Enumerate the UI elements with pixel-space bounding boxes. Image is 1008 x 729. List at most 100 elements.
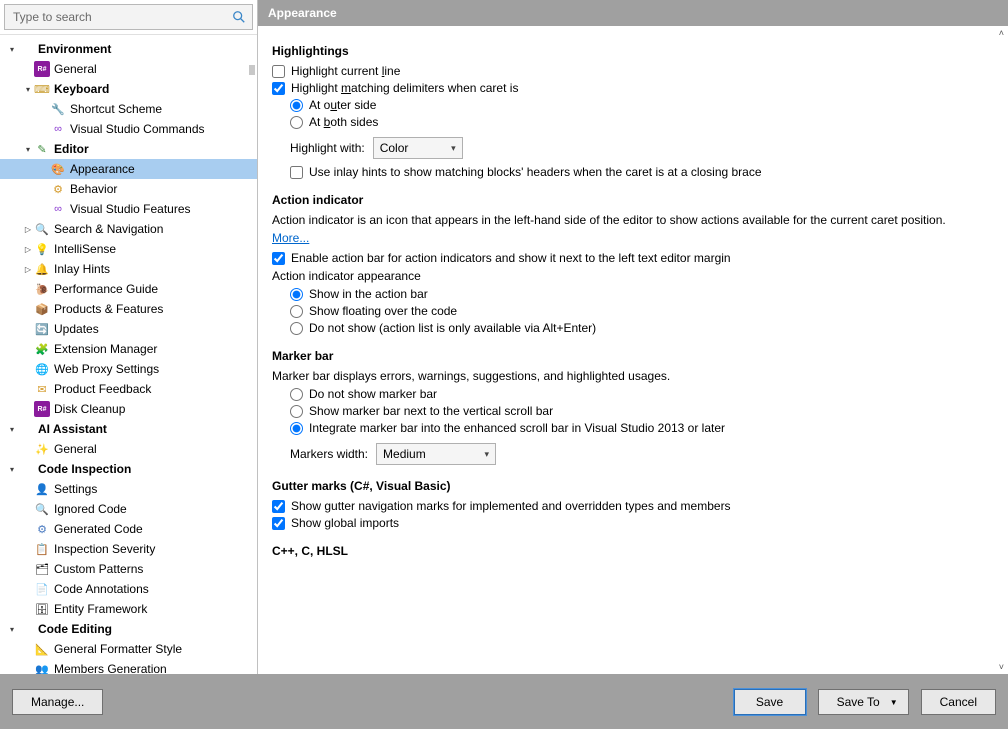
do-not-show-radio[interactable] (290, 322, 303, 335)
tree-item[interactable]: ⚙Generated Code (0, 519, 257, 539)
tree-node-icon: ⌨ (34, 81, 50, 97)
save-to-button[interactable]: Save To ▼ (818, 689, 909, 715)
tree-arrow-icon[interactable]: ▾ (22, 145, 34, 154)
show-in-bar-radio[interactable] (290, 288, 303, 301)
tree-item[interactable]: ▷💡IntelliSense (0, 239, 257, 259)
nav-tree[interactable]: ▾EnvironmentR#General▾⌨Keyboard🔧Shortcut… (0, 34, 257, 674)
tree-item-label: Inspection Severity (54, 542, 155, 556)
tree-item-label: IntelliSense (54, 242, 116, 256)
highlight-with-label: Highlight with: (290, 141, 365, 155)
tree-node-icon: 🎨 (50, 161, 66, 177)
tree-node-icon: R# (34, 61, 50, 77)
tree-item[interactable]: ✉Product Feedback (0, 379, 257, 399)
markers-width-select[interactable]: Medium (376, 443, 496, 465)
highlight-matching-checkbox[interactable] (272, 82, 285, 95)
tree-arrow-icon[interactable]: ▾ (6, 425, 18, 434)
tree-arrow-icon[interactable]: ▾ (6, 465, 18, 474)
tree-arrow-icon[interactable]: ▷ (22, 225, 34, 234)
content-panel: Appearance ˄ Highlightings Highlight cur… (258, 0, 1008, 674)
mb-hide-radio[interactable] (290, 388, 303, 401)
tree-item[interactable]: 🐌Performance Guide (0, 279, 257, 299)
tree-item[interactable]: ▷🔍Search & Navigation (0, 219, 257, 239)
tree-item[interactable]: 📋Inspection Severity (0, 539, 257, 559)
inlay-hints-checkbox[interactable] (290, 166, 303, 179)
more-link[interactable]: More... (272, 231, 309, 245)
tree-node-icon: 🐌 (34, 281, 50, 297)
save-button[interactable]: Save (734, 689, 806, 715)
tree-item[interactable]: 🌐Web Proxy Settings (0, 359, 257, 379)
tree-item-label: Editor (54, 142, 89, 156)
manage-button[interactable]: Manage... (12, 689, 103, 715)
at-both-sides-label: At both sides (309, 115, 378, 129)
tree-item[interactable]: 🔧Shortcut Scheme (0, 99, 257, 119)
search-box[interactable] (4, 4, 253, 30)
mb-integrate-radio[interactable] (290, 422, 303, 435)
enable-action-bar-label: Enable action bar for action indicators … (291, 251, 731, 265)
scroll-down-icon[interactable]: ˅ (999, 662, 1004, 672)
tree-item[interactable]: R# General (0, 59, 257, 79)
tree-arrow-icon[interactable]: ▾ (6, 45, 18, 54)
tree-node-icon: 🔧 (50, 101, 66, 117)
scroll-up-icon[interactable]: ˄ (999, 28, 1004, 38)
tree-node-icon (18, 41, 34, 57)
tree-item[interactable]: 🔍Ignored Code (0, 499, 257, 519)
tree-node-icon: ∞ (50, 201, 66, 217)
at-outer-side-label: At outer side (309, 98, 376, 112)
tree-arrow-icon[interactable]: ▾ (22, 85, 34, 94)
tree-item[interactable]: ⚙Behavior (0, 179, 257, 199)
tree-arrow-icon[interactable]: ▷ (22, 245, 34, 254)
tree-scroll-thumb[interactable] (249, 65, 255, 75)
tree-item[interactable]: ▾Environment (0, 39, 257, 59)
tree-item[interactable]: ▾ Code Inspection (0, 459, 257, 479)
gutter-nav-checkbox[interactable] (272, 500, 285, 513)
tree-item[interactable]: 🎨Appearance (0, 159, 257, 179)
highlight-with-select[interactable]: Color (373, 137, 463, 159)
at-outer-side-radio[interactable] (290, 99, 303, 112)
tree-item[interactable]: 👥Members Generation (0, 659, 257, 674)
mb-next-radio[interactable] (290, 405, 303, 418)
tree-item-label: Disk Cleanup (54, 402, 125, 416)
tree-item[interactable]: 🧩Extension Manager (0, 339, 257, 359)
at-both-sides-radio[interactable] (290, 116, 303, 129)
tree-item[interactable]: ▾Code Editing (0, 619, 257, 639)
tree-item-label: Inlay Hints (54, 262, 110, 276)
tree-arrow-icon[interactable]: ▷ (22, 265, 34, 274)
tree-item-label: General (54, 62, 97, 76)
tree-item[interactable]: 🗄Entity Framework (0, 599, 257, 619)
tree-item-label: AI Assistant (38, 422, 107, 436)
tree-item[interactable]: 🗂 Custom Patterns (0, 559, 257, 579)
tree-arrow-icon[interactable]: ▾ (6, 625, 18, 634)
show-floating-label: Show floating over the code (309, 304, 457, 318)
tree-item[interactable]: ▷🔔Inlay Hints (0, 259, 257, 279)
mb-next-label: Show marker bar next to the vertical scr… (309, 404, 553, 418)
tree-item[interactable]: ▾ AI Assistant (0, 419, 257, 439)
tree-item-label: Behavior (70, 182, 117, 196)
show-floating-radio[interactable] (290, 305, 303, 318)
tree-item[interactable]: ✨General (0, 439, 257, 459)
tree-item[interactable]: ∞Visual Studio Features (0, 199, 257, 219)
tree-node-icon: 🗂 (34, 561, 50, 577)
tree-item[interactable]: ▾⌨ Keyboard (0, 79, 257, 99)
tree-item[interactable]: 📐General Formatter Style (0, 639, 257, 659)
cancel-button[interactable]: Cancel (921, 689, 996, 715)
tree-item[interactable]: 📄Code Annotations (0, 579, 257, 599)
tree-item-label: Custom Patterns (54, 562, 143, 576)
tree-item[interactable]: ∞Visual Studio Commands (0, 119, 257, 139)
tree-node-icon: R# (34, 401, 50, 417)
search-input[interactable] (11, 9, 232, 25)
tree-item-label: Product Feedback (54, 382, 151, 396)
tree-node-icon: 👥 (34, 661, 50, 674)
tree-item[interactable]: 📦Products & Features (0, 299, 257, 319)
tree-item[interactable]: R# Disk Cleanup (0, 399, 257, 419)
highlight-current-line-checkbox[interactable] (272, 65, 285, 78)
tree-item[interactable]: 🔄Updates (0, 319, 257, 339)
enable-action-bar-checkbox[interactable] (272, 252, 285, 265)
tree-item-label: Keyboard (54, 82, 109, 96)
tree-item[interactable]: ▾✎ Editor (0, 139, 257, 159)
action-appearance-label: Action indicator appearance (272, 269, 994, 283)
tree-node-icon: 📐 (34, 641, 50, 657)
gutter-global-checkbox[interactable] (272, 517, 285, 530)
tree-item-label: Code Inspection (38, 462, 131, 476)
tree-item[interactable]: 👤Settings (0, 479, 257, 499)
tree-node-icon: ✎ (34, 141, 50, 157)
